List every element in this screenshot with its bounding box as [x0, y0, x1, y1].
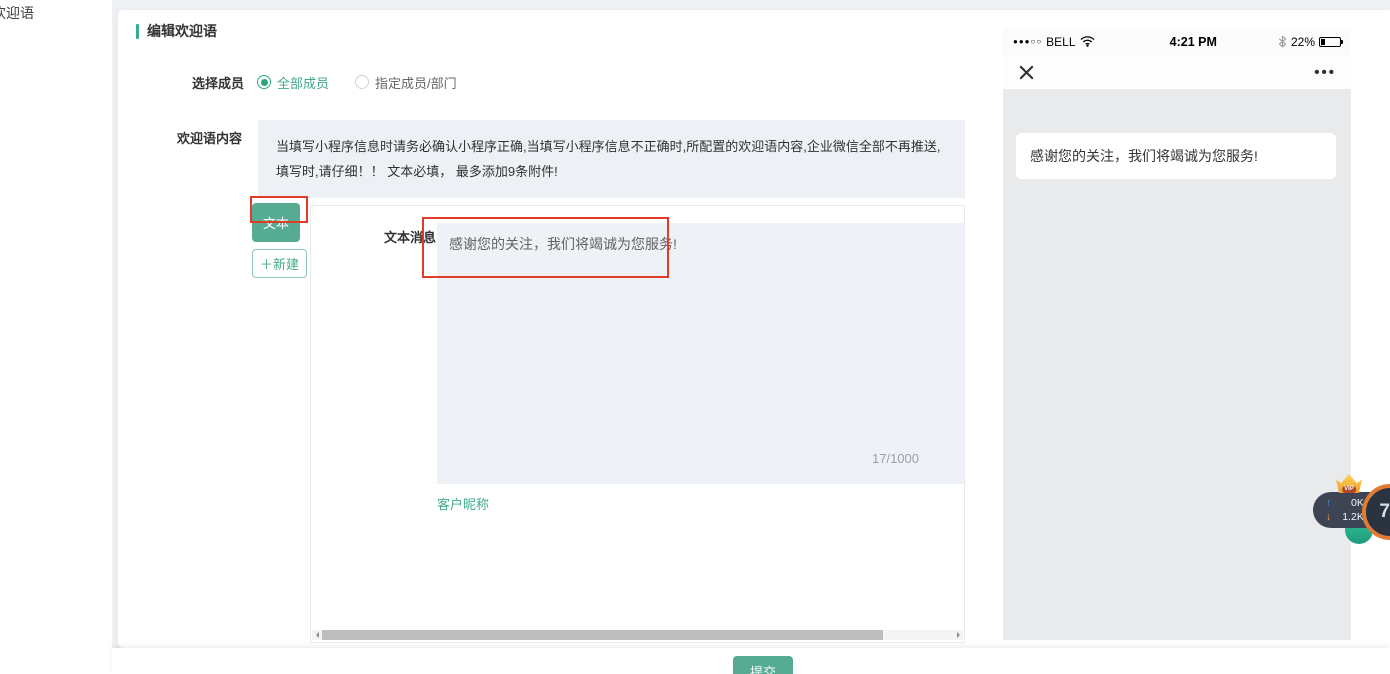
battery-nub: [1341, 40, 1343, 44]
radio-dot: [261, 79, 268, 86]
sidebar: 欢迎语: [0, 0, 112, 674]
download-arrow-icon: ↓: [1326, 511, 1331, 523]
annotation-box-text-tab: [250, 196, 308, 223]
vip-badge: VIP: [1342, 486, 1356, 493]
wifi-icon: [1080, 36, 1095, 47]
upload-arrow-icon: ↑: [1326, 497, 1331, 509]
phone-preview: ●●●○○ BELL 4:21 PM 22%: [1003, 28, 1351, 640]
battery-icon: [1319, 37, 1341, 47]
new-attachment-button[interactable]: ＋新建: [252, 249, 307, 278]
scroll-right-arrow[interactable]: [953, 630, 963, 640]
clock-label: 4:21 PM: [1170, 35, 1217, 49]
phone-status-bar: ●●●○○ BELL 4:21 PM 22%: [1003, 28, 1351, 55]
radio-all-members[interactable]: [257, 75, 271, 89]
annotation-box-message: [422, 217, 669, 278]
char-counter: 17/1000: [872, 451, 919, 466]
chat-preview-area: 感谢您的关注，我们将竭诚为您服务!: [1003, 90, 1351, 640]
member-select-label: 选择成员: [192, 73, 244, 92]
radio-all-members-label[interactable]: 全部成员: [277, 73, 329, 92]
customer-nickname-link[interactable]: 客户昵称: [437, 494, 489, 513]
battery-percent-label: 22%: [1291, 35, 1315, 49]
header-accent-bar: [136, 24, 139, 39]
submit-button[interactable]: 提交: [733, 656, 793, 674]
edit-welcome-panel: 编辑欢迎语 选择成员 全部成员 指定成员/部门 欢迎语内容 当填写小程序信息时请…: [118, 10, 1390, 648]
bluetooth-icon: [1278, 35, 1287, 48]
scroll-left-arrow[interactable]: [312, 630, 322, 640]
radio-specified-members[interactable]: [355, 75, 369, 89]
notice-box: 当填写小程序信息时请务必确认小程序正确,当填写小程序信息不正确时,所配置的欢迎语…: [258, 120, 965, 198]
close-icon[interactable]: [1018, 64, 1035, 81]
carrier-label: BELL: [1046, 35, 1075, 49]
scrollbar-thumb[interactable]: [322, 630, 883, 640]
page-title: 编辑欢迎语: [147, 21, 217, 41]
member-select-row: 选择成员 全部成员 指定成员/部门: [192, 72, 457, 92]
content-label: 欢迎语内容: [177, 128, 242, 147]
radio-specified-members-label[interactable]: 指定成员/部门: [375, 73, 457, 92]
battery-fill: [1321, 39, 1325, 45]
latency-value: 70: [1379, 501, 1390, 523]
signal-strength-icon: ●●●○○: [1013, 37, 1042, 46]
horizontal-scrollbar[interactable]: [312, 630, 963, 640]
welcome-message-bubble: 感谢您的关注，我们将竭诚为您服务!: [1016, 133, 1336, 179]
phone-nav-bar: •••: [1003, 55, 1351, 90]
more-menu-icon[interactable]: •••: [1314, 64, 1336, 81]
sidebar-item-welcome[interactable]: 欢迎语: [0, 3, 34, 23]
panel-header: 编辑欢迎语: [136, 21, 217, 41]
